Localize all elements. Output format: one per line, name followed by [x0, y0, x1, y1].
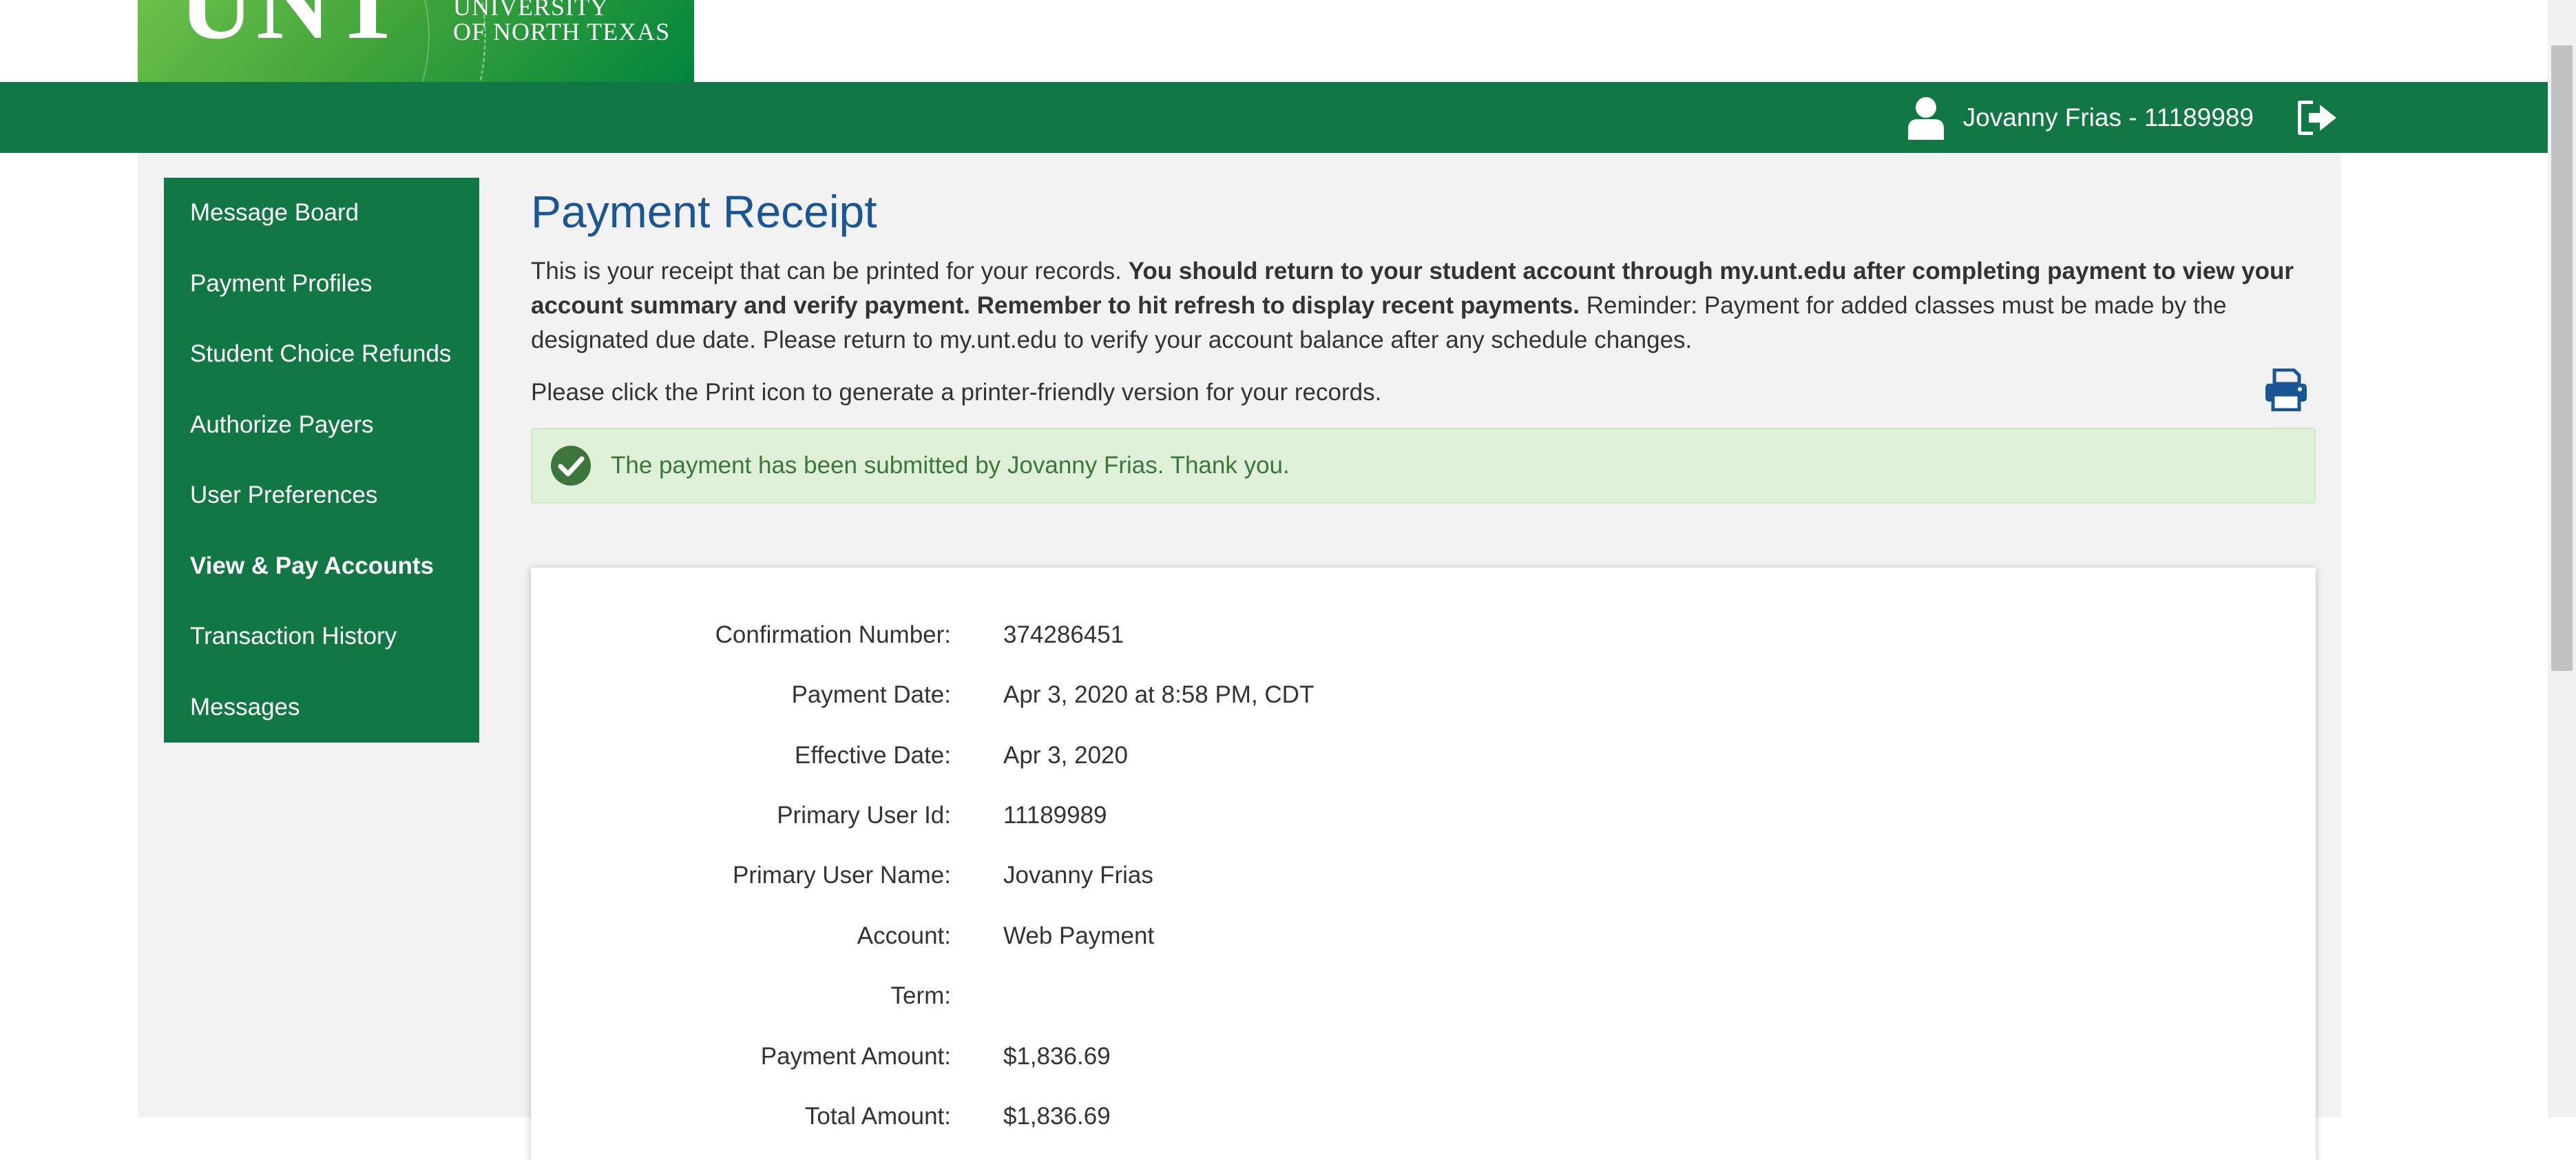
header-bar: Jovanny Frias - 11189989: [0, 82, 2548, 153]
receipt-row-effective-date: Effective Date: Apr 3, 2020: [531, 735, 2316, 776]
success-alert: The payment has been submitted by Jovann…: [531, 428, 2316, 504]
sidebar-item-payment-profiles[interactable]: Payment Profiles: [164, 249, 479, 320]
receipt-value: $1,836.69: [1003, 1043, 1111, 1070]
page-title: Payment Receipt: [531, 186, 877, 237]
receipt-value: 374286451: [1003, 621, 1124, 648]
receipt-label: Total Amount:: [804, 1103, 951, 1130]
receipt-label: Primary User Name:: [733, 862, 951, 889]
user-info: Jovanny Frias - 11189989: [1907, 94, 2338, 141]
sidebar-item-student-choice-refunds[interactable]: Student Choice Refunds: [164, 319, 479, 390]
receipt-row-primary-user-id: Primary User Id: 11189989: [531, 795, 2316, 836]
sign-out-icon[interactable]: [2298, 101, 2338, 135]
receipt-value: Web Payment: [1003, 922, 1155, 949]
receipt-row-primary-user-name: Primary User Name: Jovanny Frias: [531, 855, 2316, 896]
receipt-value: 11189989: [1003, 802, 1107, 829]
receipt-row-total-amount: Total Amount: $1,836.69: [531, 1096, 2316, 1137]
intro-text: This is your receipt that can be printed…: [531, 258, 1129, 284]
receipt-value: $1,836.69: [1003, 1103, 1111, 1130]
print-instruction: Please click the Print icon to generate …: [531, 379, 1382, 406]
sidebar-item-messages[interactable]: Messages: [164, 672, 479, 743]
receipt-row-payment-amount: Payment Amount: $1,836.69: [531, 1036, 2316, 1077]
user-icon: [1907, 97, 1944, 140]
logo-university-name: UNIVERSITY OF NORTH TEXAS: [453, 0, 670, 44]
receipt-label: Payment Date:: [791, 681, 952, 708]
receipt-value: Apr 3, 2020: [1003, 742, 1128, 769]
sidebar-item-user-preferences[interactable]: User Preferences: [164, 460, 479, 531]
receipt-value: Jovanny Frias: [1003, 862, 1153, 889]
receipt-intro: This is your receipt that can be printed…: [531, 254, 2316, 358]
receipt-label: Account:: [857, 922, 951, 949]
sidebar-item-view-pay-accounts[interactable]: View & Pay Accounts: [164, 531, 479, 602]
alert-message: The payment has been submitted by Jovann…: [611, 452, 1290, 479]
scrollbar-thumb[interactable]: [2551, 45, 2573, 671]
sidebar-item-transaction-history[interactable]: Transaction History: [164, 601, 479, 672]
receipt-row-term: Term:: [531, 975, 2316, 1017]
sidebar-nav: Message Board Payment Profiles Student C…: [164, 178, 479, 743]
content-area: Message Board Payment Profiles Student C…: [138, 153, 2341, 1160]
user-name-label: Jovanny Frias - 11189989: [1962, 103, 2254, 132]
receipt-label: Confirmation Number:: [715, 621, 951, 648]
sidebar-item-message-board[interactable]: Message Board: [164, 178, 479, 249]
receipt-value: Apr 3, 2020 at 8:58 PM, CDT: [1003, 681, 1315, 708]
logo-line-2: OF NORTH TEXAS: [453, 18, 671, 45]
receipt-label: Primary User Id:: [777, 802, 951, 829]
receipt-label: Effective Date:: [795, 742, 951, 769]
print-row: Please click the Print icon to generate …: [531, 369, 2316, 411]
receipt-label: Term:: [890, 982, 952, 1009]
receipt-row-payment-date: Payment Date: Apr 3, 2020 at 8:58 PM, CD…: [531, 674, 2316, 716]
check-circle-icon: [551, 446, 591, 486]
sidebar-item-authorize-payers[interactable]: Authorize Payers: [164, 390, 479, 461]
receipt-row-confirmation-number: Confirmation Number: 374286451: [531, 614, 2316, 656]
print-icon[interactable]: [2263, 369, 2309, 411]
page-scrollbar[interactable]: [2548, 0, 2576, 1117]
receipt-panel: Confirmation Number: 374286451 Payment D…: [531, 568, 2316, 1160]
main-content: Payment Receipt This is your receipt tha…: [531, 184, 2316, 1160]
logo-wordmark: UNT: [179, 0, 406, 61]
logo-line-1: UNIVERSITY: [453, 0, 609, 21]
receipt-row-account: Account: Web Payment: [531, 915, 2316, 957]
unt-logo[interactable]: UNT UNIVERSITY OF NORTH TEXAS: [138, 0, 694, 82]
receipt-label: Payment Amount:: [760, 1043, 951, 1070]
